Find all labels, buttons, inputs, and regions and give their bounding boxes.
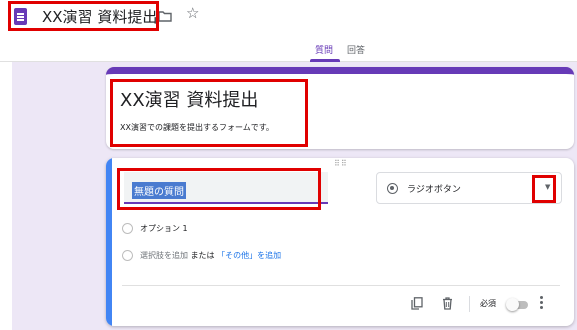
add-other-link[interactable]: 「その他」を追加 bbox=[217, 251, 281, 260]
form-description[interactable]: XX演習での課題を提出するフォームです。 bbox=[120, 122, 274, 133]
option-radio-icon bbox=[122, 223, 133, 234]
required-label: 必須 bbox=[480, 299, 496, 308]
question-title-input[interactable]: 無題の質問 bbox=[124, 172, 328, 204]
radio-button-icon bbox=[387, 183, 398, 194]
add-option-text: 選択肢を追加 または 「その他」を追加 bbox=[140, 250, 281, 261]
toggle-knob bbox=[506, 298, 519, 311]
add-option-button[interactable]: 選択肢を追加 bbox=[140, 251, 188, 260]
forms-editor: XX演習 資料提出 ☆ 質問 回答 XX演習 資料提出 XX演習での課題を提出す… bbox=[0, 0, 577, 330]
trash-icon[interactable] bbox=[442, 297, 453, 310]
form-title[interactable]: XX演習 資料提出 bbox=[120, 86, 258, 112]
forms-doc-icon bbox=[14, 8, 27, 25]
folder-icon[interactable] bbox=[158, 9, 172, 23]
editor-tabs: 質問 回答 bbox=[0, 40, 577, 62]
tab-questions[interactable]: 質問 bbox=[315, 43, 333, 56]
option-label[interactable]: オプション 1 bbox=[140, 223, 188, 234]
duplicate-icon[interactable] bbox=[411, 297, 423, 310]
form-header-card[interactable]: XX演習 資料提出 XX演習での課題を提出するフォームです。 bbox=[106, 67, 574, 149]
question-card[interactable]: ⠿⠿ 無題の質問 ラジオボタン ▼ オプション 1 選択肢を追加 または 「その… bbox=[106, 158, 574, 326]
question-type-label: ラジオボタン bbox=[407, 185, 461, 195]
required-toggle[interactable] bbox=[506, 298, 528, 311]
question-type-dropdown[interactable]: ラジオボタン ▼ bbox=[376, 172, 562, 204]
add-option-connector: または bbox=[190, 251, 215, 260]
tab-responses[interactable]: 回答 bbox=[347, 43, 365, 56]
chevron-down-icon[interactable]: ▼ bbox=[545, 184, 550, 191]
card-divider bbox=[122, 285, 560, 286]
option-radio-icon bbox=[122, 250, 133, 261]
footer-divider bbox=[469, 296, 470, 312]
drag-handle-icon[interactable]: ⠿⠿ bbox=[334, 160, 348, 168]
active-question-indicator bbox=[106, 158, 112, 326]
star-icon[interactable]: ☆ bbox=[186, 6, 199, 21]
question-title-text: 無題の質問 bbox=[132, 182, 186, 199]
top-bar: XX演習 資料提出 ☆ bbox=[0, 0, 577, 40]
more-vert-icon[interactable] bbox=[540, 296, 544, 310]
document-title[interactable]: XX演習 資料提出 bbox=[42, 6, 157, 27]
